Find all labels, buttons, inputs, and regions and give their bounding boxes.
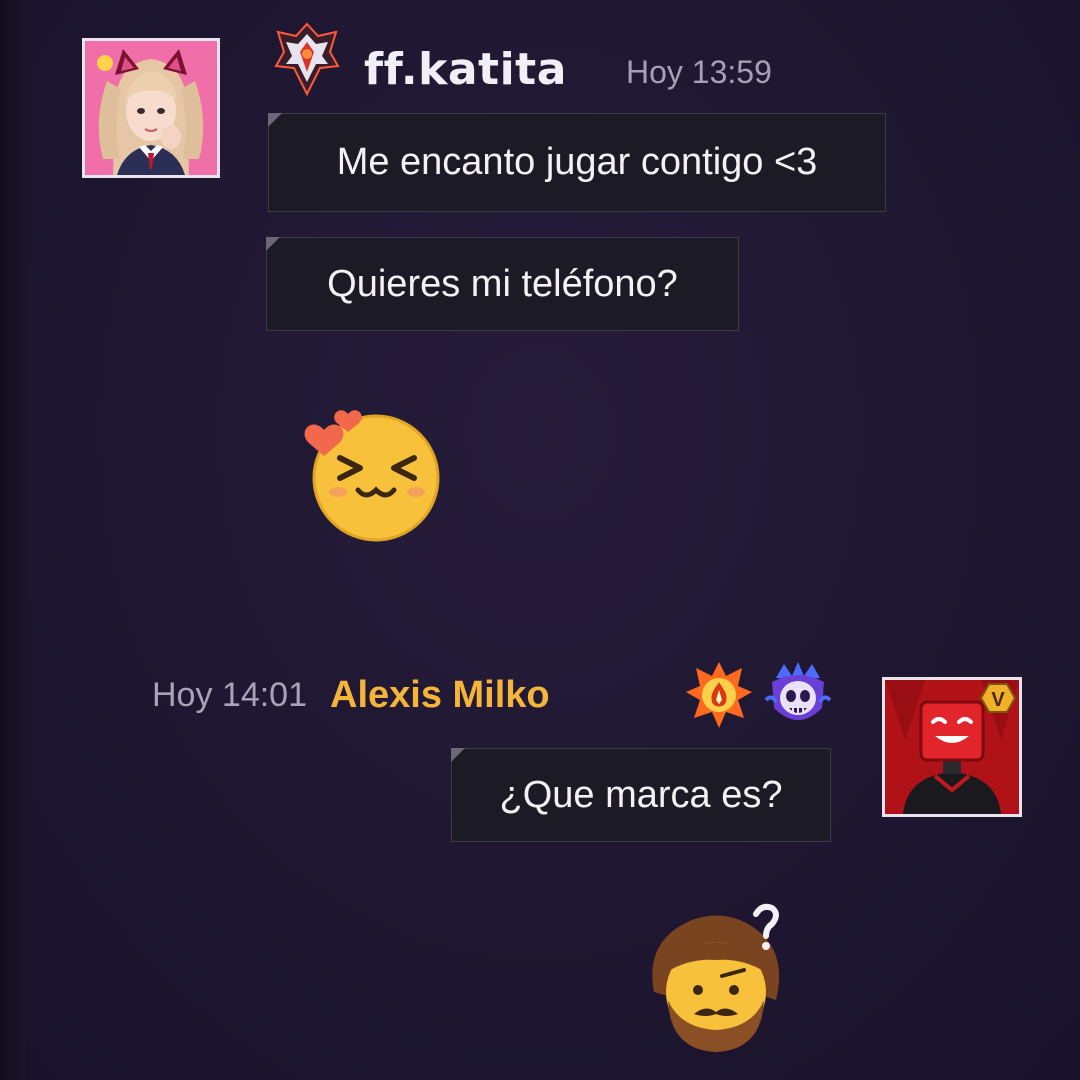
- katita-avatar-image: [85, 41, 217, 175]
- katita-message-bubble-2[interactable]: Quieres mi teléfono?: [266, 237, 739, 331]
- alexis-message-text-1: ¿Que marca es?: [499, 773, 783, 816]
- confused-bearded-face-emoji-icon[interactable]: [636, 900, 796, 1060]
- alexis-message-bubble-1[interactable]: ¿Que marca es?: [451, 748, 831, 842]
- katita-username[interactable]: ff.katita: [364, 44, 567, 95]
- left-edge-shadow: [0, 0, 26, 1080]
- blushing-hearts-emoji-icon[interactable]: [298, 402, 448, 547]
- skull-crown-badge-icon: [762, 660, 834, 734]
- alexis-username[interactable]: Alexis Milko: [330, 674, 550, 717]
- katita-timestamp: Hoy 13:59: [626, 54, 772, 90]
- katita-avatar[interactable]: [82, 38, 220, 178]
- flame-rank-badge-icon: [684, 660, 754, 730]
- katita-message-bubble-1[interactable]: Me encanto jugar contigo <3: [268, 113, 886, 212]
- katita-rank-emblem-icon: [272, 22, 342, 97]
- alexis-avatar[interactable]: V: [882, 677, 1022, 817]
- alexis-timestamp: Hoy 14:01: [152, 676, 307, 714]
- v-badge-letter: V: [991, 689, 1005, 711]
- katita-message-text-2: Quieres mi teléfono?: [327, 262, 678, 305]
- chat-screen: ff.katita Hoy 13:59 Me encanto jugar con…: [0, 0, 1080, 1080]
- katita-message-text-1: Me encanto jugar contigo <3: [336, 141, 818, 183]
- alexis-avatar-image: V: [885, 680, 1019, 814]
